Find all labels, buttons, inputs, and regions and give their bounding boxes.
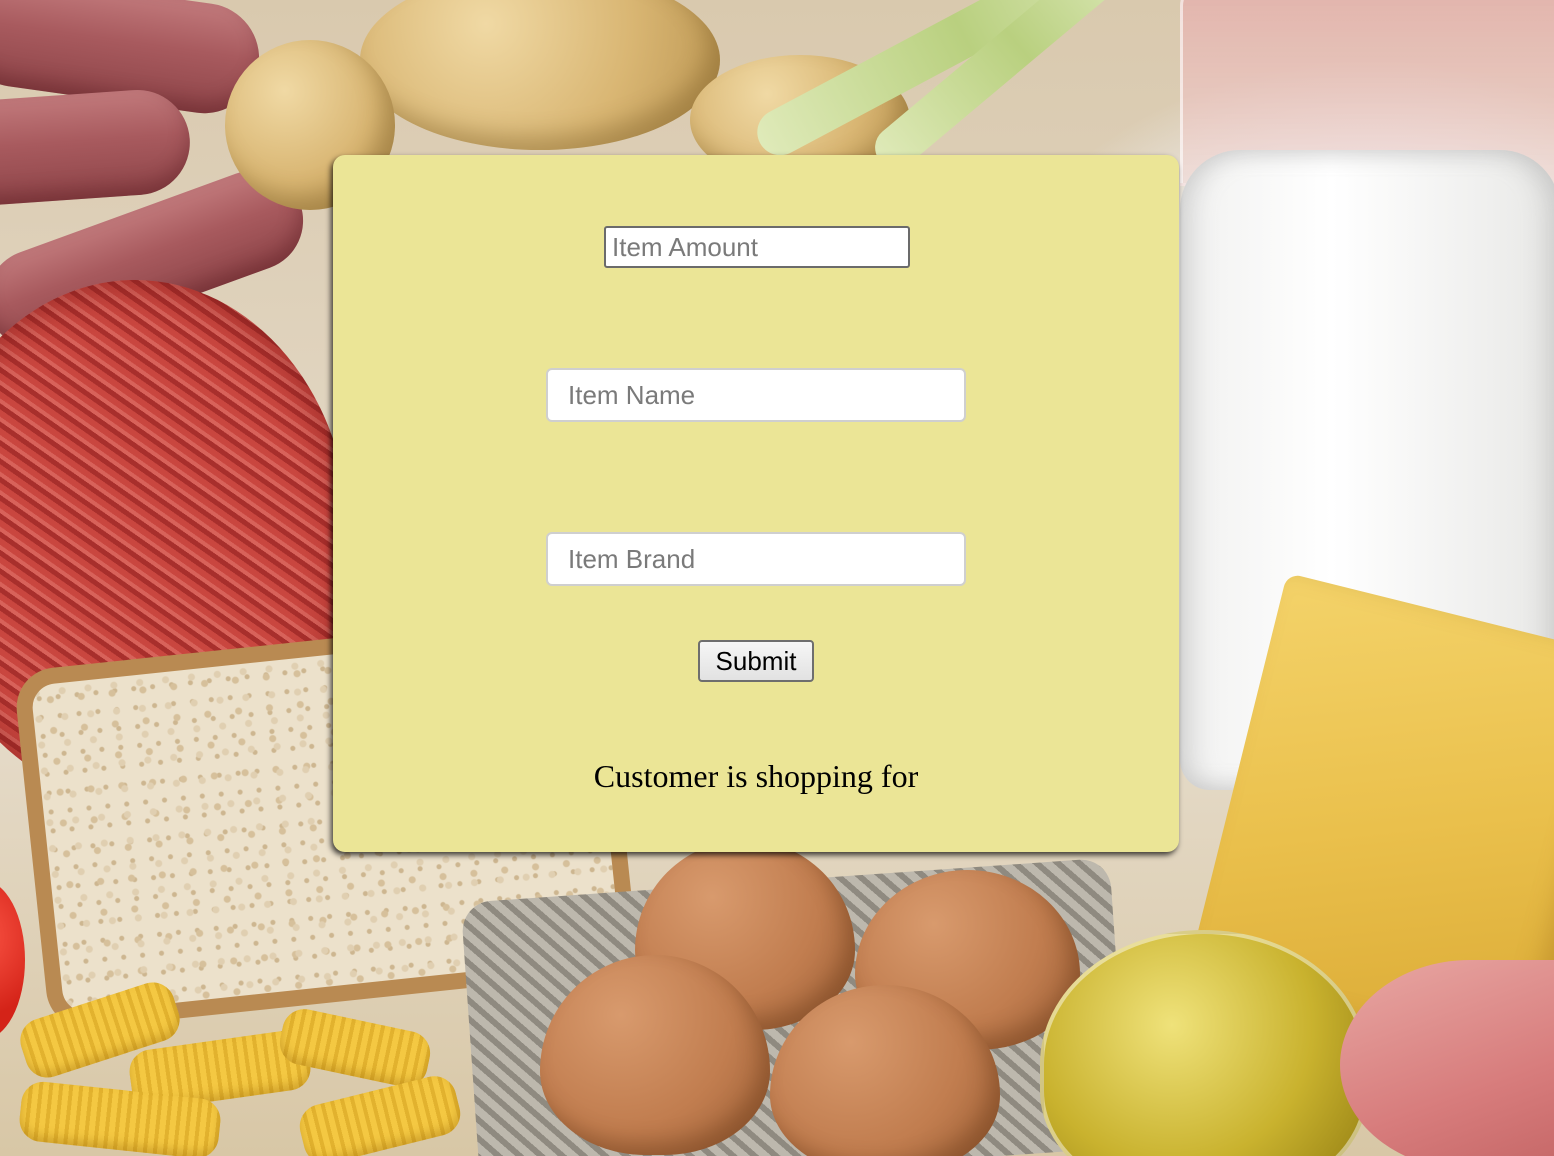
sausage-image xyxy=(0,86,194,209)
submit-button[interactable]: Submit xyxy=(698,640,814,682)
pasta-image xyxy=(295,1071,465,1156)
potato-image xyxy=(360,0,720,150)
shopping-status-text: Customer is shopping for xyxy=(593,758,919,794)
shopping-form-panel: Submit Customer is shopping for xyxy=(333,155,1179,852)
tomato-image xyxy=(0,880,25,1040)
item-amount-input[interactable] xyxy=(604,226,910,268)
item-name-input[interactable] xyxy=(546,368,966,422)
item-brand-input[interactable] xyxy=(546,532,966,586)
leek-image xyxy=(866,0,1170,178)
